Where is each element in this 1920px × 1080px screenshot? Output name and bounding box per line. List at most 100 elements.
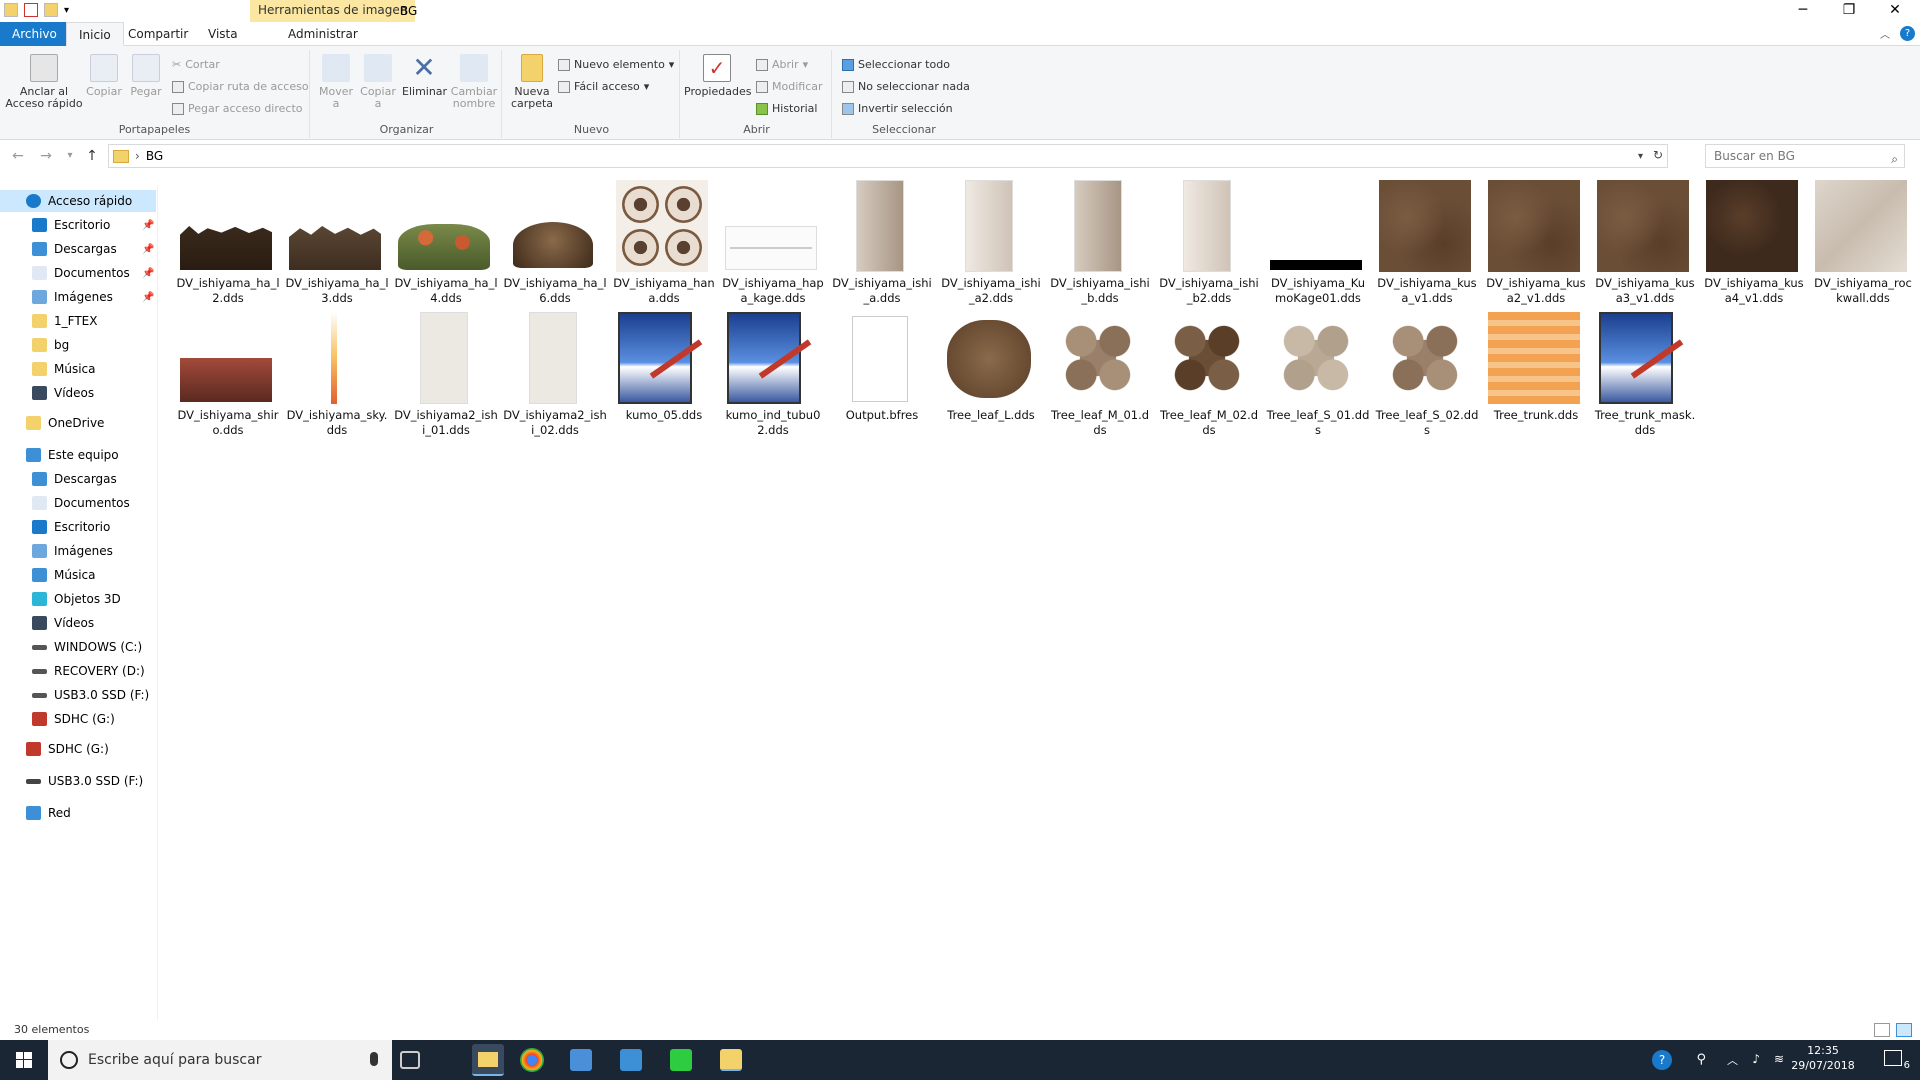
file-tile[interactable]: Tree_leaf_S_01.dds — [1266, 312, 1370, 442]
delete-button[interactable]: ✕ Eliminar — [402, 52, 447, 98]
file-tile[interactable]: kumo_05.dds — [612, 312, 716, 442]
file-tile[interactable]: DV_ishiyama_kusa_v1.dds — [1375, 180, 1479, 310]
taskbar-search-input[interactable]: Escribe aquí para buscar — [48, 1040, 392, 1080]
new-item-button[interactable]: Nuevo elemento ▾ — [558, 58, 674, 71]
up-arrow-icon[interactable]: ↑ — [82, 146, 102, 166]
people-icon[interactable]: ⚲ — [1696, 1052, 1706, 1067]
file-tile[interactable]: DV_ishiyama_ishi_b2.dds — [1157, 180, 1261, 310]
nav-pc-item[interactable]: Documentos — [32, 492, 130, 514]
app-folder-icon[interactable] — [720, 1049, 742, 1071]
tab-archivo[interactable]: Archivo — [0, 22, 69, 46]
file-tile[interactable]: Output.bfres — [830, 312, 934, 442]
nav-quick-item[interactable]: Imágenes 📌 — [32, 286, 154, 308]
nav-usb[interactable]: USB3.0 SSD (F:) — [26, 770, 143, 792]
chrome-icon[interactable] — [520, 1048, 544, 1072]
clock[interactable]: 12:35 29/07/2018 — [1788, 1044, 1858, 1072]
nav-pc-item[interactable]: RECOVERY (D:) — [32, 660, 145, 682]
file-tile[interactable]: DV_ishiyama_shiro.dds — [176, 312, 280, 442]
nav-pc-item[interactable]: Vídeos — [32, 612, 94, 634]
nav-onedrive[interactable]: OneDrive — [26, 412, 104, 434]
pin-icon[interactable]: 📌 — [142, 292, 154, 303]
nav-pc-item[interactable]: Descargas — [32, 468, 117, 490]
new-folder-icon[interactable] — [44, 3, 58, 17]
edit-button[interactable]: Modificar — [756, 80, 823, 93]
nav-quick-item[interactable]: bg — [32, 334, 69, 356]
help-icon[interactable]: ? — [1652, 1050, 1672, 1070]
nav-pc-item[interactable]: Imágenes — [32, 540, 113, 562]
nav-sdhc[interactable]: SDHC (G:) — [26, 738, 109, 760]
pin-quick-access-button[interactable]: Anclar al Acceso rápido — [4, 52, 84, 110]
nav-pc-item[interactable]: Escritorio — [32, 516, 110, 538]
nav-network[interactable]: Red — [26, 802, 71, 824]
chevron-up-icon[interactable]: ︿ — [1727, 1052, 1738, 1068]
chevron-down-icon[interactable]: ▾ — [64, 5, 69, 16]
store-icon[interactable] — [620, 1049, 642, 1071]
file-tile[interactable]: Tree_trunk.dds — [1484, 312, 1588, 442]
file-tile[interactable]: DV_ishiyama2_ishi_02.dds — [503, 312, 607, 442]
new-folder-button[interactable]: Nueva carpeta — [508, 52, 556, 110]
notifications-icon[interactable] — [1884, 1050, 1902, 1066]
file-tile[interactable]: DV_ishiyama_hapa_kage.dds — [721, 180, 825, 310]
file-tile[interactable]: DV_ishiyama_ishi_a.dds — [830, 180, 934, 310]
tab-administrar[interactable]: Administrar — [276, 22, 370, 46]
file-explorer-taskbar-icon[interactable] — [472, 1044, 504, 1076]
move-to-button[interactable]: Mover a — [316, 52, 356, 110]
nav-quick-item[interactable]: Música — [32, 358, 96, 380]
paste-shortcut-button[interactable]: Pegar acceso directo — [172, 102, 303, 115]
file-tile[interactable]: DV_ishiyama2_ishi_01.dds — [394, 312, 498, 442]
back-arrow-icon[interactable]: ← — [8, 146, 28, 166]
easy-access-button[interactable]: Fácil acceso ▾ — [558, 80, 649, 93]
details-view-icon[interactable] — [1874, 1023, 1890, 1037]
file-tile[interactable]: DV_ishiyama_kusa2_v1.dds — [1484, 180, 1588, 310]
file-tile[interactable]: DV_ishiyama_ishi_b.dds — [1048, 180, 1152, 310]
copy-button[interactable]: Copiar — [84, 52, 124, 98]
nav-pc-item[interactable]: Música — [32, 564, 96, 586]
nav-this-pc[interactable]: Este equipo — [26, 444, 119, 466]
address-dropdown-icon[interactable]: ▾ — [1638, 151, 1643, 162]
file-tile[interactable]: kumo_ind_tubu02.dds — [721, 312, 825, 442]
nav-quick-item[interactable]: Descargas 📌 — [32, 238, 154, 260]
refresh-icon[interactable]: ↻ — [1653, 148, 1663, 162]
nav-pc-item[interactable]: Objetos 3D — [32, 588, 121, 610]
search-input[interactable]: Buscar en BG ⌕ — [1705, 144, 1905, 168]
pin-icon[interactable]: 📌 — [142, 268, 154, 279]
nav-pc-item[interactable]: WINDOWS (C:) — [32, 636, 142, 658]
select-all-button[interactable]: Seleccionar todo — [842, 58, 950, 71]
large-icons-view-icon[interactable] — [1896, 1023, 1912, 1037]
tab-compartir[interactable]: Compartir — [116, 22, 200, 46]
file-tile[interactable]: DV_ishiyama_kusa3_v1.dds — [1593, 180, 1697, 310]
app-icon[interactable] — [570, 1049, 592, 1071]
invert-selection-button[interactable]: Invertir selección — [842, 102, 953, 115]
tab-vista[interactable]: Vista — [196, 22, 250, 46]
file-tile[interactable]: Tree_leaf_S_02.dds — [1375, 312, 1479, 442]
file-tile[interactable]: DV_ishiyama_kusa4_v1.dds — [1702, 180, 1806, 310]
open-button[interactable]: Abrir ▾ — [756, 58, 808, 71]
properties-button[interactable]: ✓ Propiedades — [684, 52, 751, 98]
file-tile[interactable]: Tree_leaf_M_01.dds — [1048, 312, 1152, 442]
cut-button[interactable]: ✂ Cortar — [172, 58, 220, 71]
nav-quick-access[interactable]: Acceso rápido — [0, 190, 156, 212]
file-tile[interactable]: DV_ishiyama_ishi_a2.dds — [939, 180, 1043, 310]
nav-quick-item[interactable]: 1_FTEX — [32, 310, 97, 332]
history-button[interactable]: Historial — [756, 102, 817, 115]
file-tile[interactable]: DV_ishiyama_sky.dds — [285, 312, 389, 442]
pin-icon[interactable]: 📌 — [142, 220, 154, 231]
file-tile[interactable]: Tree_leaf_L.dds — [939, 312, 1043, 442]
folder-icon[interactable] — [4, 3, 18, 17]
task-view-icon[interactable] — [400, 1051, 420, 1069]
address-bar[interactable]: › BG ▾ ↻ — [108, 144, 1668, 168]
file-tile[interactable]: DV_ishiyama_KumoKage01.dds — [1266, 180, 1370, 310]
forward-arrow-icon[interactable]: → — [36, 146, 56, 166]
file-tile[interactable]: DV_ishiyama_ha_l6.dds — [503, 180, 607, 310]
paste-button[interactable]: Pegar — [126, 52, 166, 98]
nav-pc-item[interactable]: SDHC (G:) — [32, 708, 115, 730]
rename-button[interactable]: Cambiar nombre — [450, 52, 498, 110]
copy-path-button[interactable]: Copiar ruta de acceso — [172, 80, 309, 93]
file-tile[interactable]: DV_ishiyama_ha_l3.dds — [285, 180, 389, 310]
collapse-ribbon-icon[interactable]: ︿ — [1880, 26, 1890, 41]
minimize-button[interactable]: ─ — [1780, 0, 1826, 22]
close-button[interactable]: ✕ — [1872, 0, 1918, 22]
file-tile[interactable]: DV_ishiyama_ha_l4.dds — [394, 180, 498, 310]
volume-icon[interactable]: ♪ — [1752, 1052, 1760, 1066]
select-none-button[interactable]: No seleccionar nada — [842, 80, 970, 93]
